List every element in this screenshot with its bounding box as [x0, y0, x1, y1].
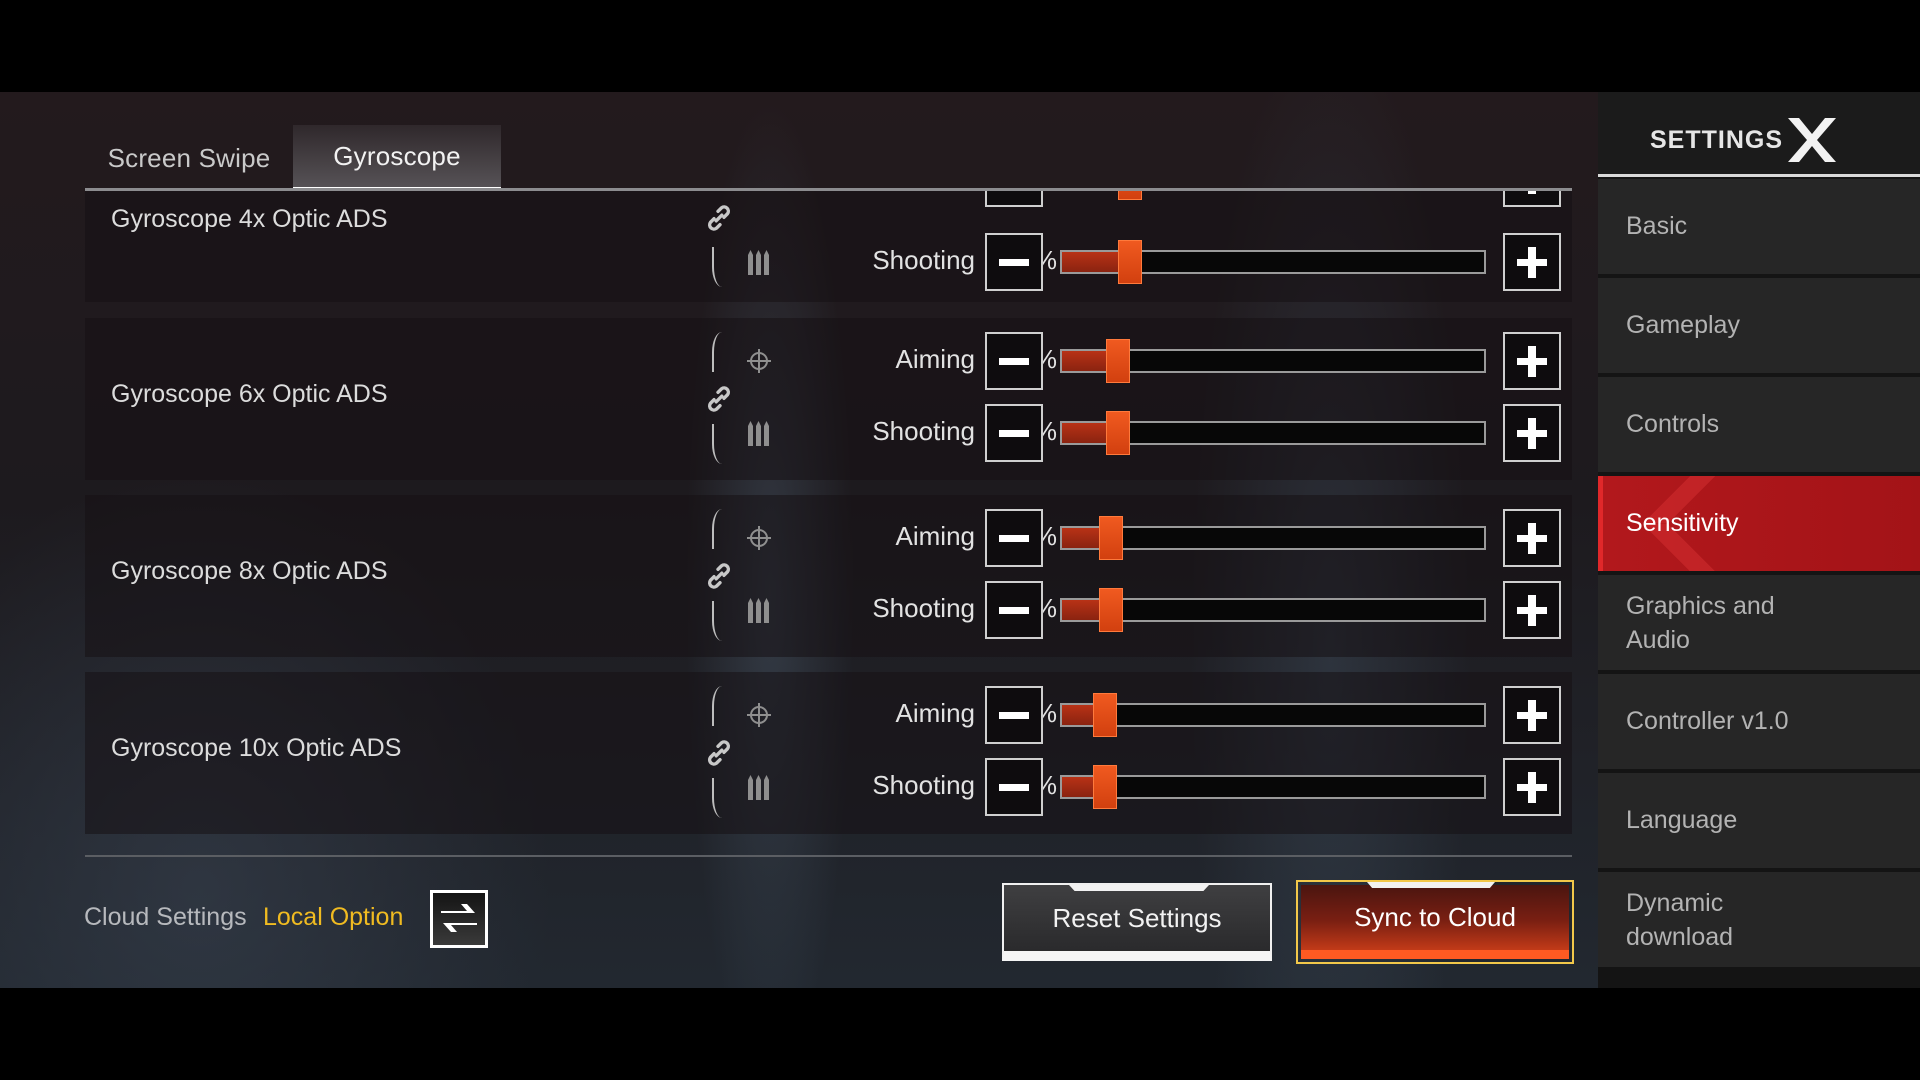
shooting-slider[interactable] [1060, 765, 1486, 809]
sensitivity-list[interactable]: Gyroscope 4x Optic ADS Shooting Gyroscop… [85, 191, 1572, 841]
reset-settings-button[interactable]: Reset Settings [1002, 883, 1272, 961]
row-label: Aiming [895, 698, 975, 728]
sidebar-item-label: Language [1626, 806, 1738, 834]
group-10x-optic: Gyroscope 10x Optic ADS Aiming 34% [85, 672, 1572, 834]
bullets-icon [748, 250, 769, 275]
sidebar-item-controls[interactable]: Controls [1598, 377, 1920, 472]
tab-gyroscope[interactable]: Gyroscope [293, 125, 501, 191]
aiming-slider[interactable] [1060, 516, 1486, 560]
settings-title: SETTINGS [1650, 126, 1784, 154]
group-8x-optic: Gyroscope 8x Optic ADS Aiming 38% [85, 495, 1572, 657]
tab-bar: Screen Swipe Gyroscope [85, 125, 501, 191]
crosshair-icon [747, 703, 771, 727]
decrease-button[interactable] [985, 509, 1043, 567]
decrease-button[interactable] [985, 332, 1043, 390]
slider-thumb[interactable] [1117, 191, 1142, 200]
increase-button[interactable] [1503, 404, 1561, 462]
sidebar-item-sensitivity[interactable]: Sensitivity [1598, 476, 1920, 571]
sidebar-header-rule [1598, 174, 1920, 177]
slider-row-shooting: Shooting 53% [85, 233, 1572, 291]
increase-button[interactable] [1503, 509, 1561, 567]
reset-settings-label: Reset Settings [1052, 902, 1222, 933]
row-label: Shooting [872, 416, 975, 446]
sync-to-cloud-label: Sync to Cloud [1354, 902, 1516, 932]
increase-button[interactable] [1503, 686, 1561, 744]
crosshair-icon [747, 526, 771, 550]
slider-thumb[interactable] [1106, 411, 1131, 455]
slider-row-shooting: Shooting 44% [85, 404, 1572, 462]
slider-row-aiming [85, 191, 1572, 207]
close-x-icon[interactable] [1786, 116, 1838, 164]
group-6x-optic: Gyroscope 6x Optic ADS Aiming 44% [85, 318, 1572, 480]
group-title: Gyroscope 4x Optic ADS [111, 205, 388, 233]
decrease-button[interactable] [985, 686, 1043, 744]
letterbox-bottom [0, 988, 1920, 1080]
slider-row-shooting: Shooting 34% [85, 758, 1572, 816]
shooting-slider[interactable] [1060, 588, 1486, 632]
sidebar-item-basic[interactable]: Basic [1598, 179, 1920, 274]
decrease-button[interactable] [985, 404, 1043, 462]
slider-row-shooting: Shooting 38% [85, 581, 1572, 639]
cloud-settings-value: Local Option [263, 903, 404, 931]
slider-row-aiming: Aiming 44% [85, 332, 1572, 390]
sidebar-item-label: Basic [1626, 212, 1688, 240]
aiming-slider[interactable] [1060, 693, 1486, 737]
sync-to-cloud-button[interactable]: Sync to Cloud [1296, 880, 1574, 964]
letterbox-top [0, 0, 1920, 92]
button-notch [1367, 882, 1495, 888]
slider-thumb[interactable] [1098, 516, 1123, 560]
row-label: Shooting [872, 770, 975, 800]
slider-thumb[interactable] [1093, 765, 1118, 809]
aiming-slider[interactable] [1060, 339, 1486, 383]
slider-row-aiming: Aiming 38% [85, 509, 1572, 567]
shooting-slider[interactable] [1060, 240, 1486, 284]
cloud-settings-label: Cloud Settings [84, 903, 247, 931]
sidebar-item-label: Controller v1.0 [1626, 707, 1789, 735]
sidebar-item-label: Controls [1626, 410, 1720, 438]
decrease-button[interactable] [985, 191, 1043, 207]
sidebar-item-gameplay[interactable]: Gameplay [1598, 278, 1920, 373]
button-notch [1069, 885, 1209, 891]
sidebar-item-controller[interactable]: Controller v1.0 [1598, 674, 1920, 769]
tab-screen-swipe[interactable]: Screen Swipe [85, 125, 293, 191]
decrease-button[interactable] [985, 233, 1043, 291]
settings-sidebar: SETTINGS Basic Gameplay Controls Sensiti… [1598, 92, 1920, 988]
group-4x-optic: Gyroscope 4x Optic ADS Shooting [85, 191, 1572, 302]
row-label: Aiming [895, 521, 975, 551]
sidebar-item-label: Gameplay [1626, 311, 1740, 339]
increase-button[interactable] [1503, 332, 1561, 390]
increase-button[interactable] [1503, 191, 1561, 207]
sidebar-header: SETTINGS [1598, 92, 1920, 174]
bullets-icon [748, 775, 769, 800]
row-label: Shooting [872, 245, 975, 275]
sidebar-item-label: Graphics and Audio [1626, 592, 1775, 654]
slider-thumb[interactable] [1106, 339, 1131, 383]
increase-button[interactable] [1503, 758, 1561, 816]
swap-cloud-option-button[interactable] [430, 890, 488, 948]
bullets-icon [748, 421, 769, 446]
slider-thumb[interactable] [1093, 693, 1118, 737]
increase-button[interactable] [1503, 233, 1561, 291]
bullets-icon [748, 598, 769, 623]
decrease-button[interactable] [985, 581, 1043, 639]
sidebar-item-graphics-audio[interactable]: Graphics and Audio [1598, 575, 1920, 670]
sidebar-item-dynamic-download[interactable]: Dynamic download [1598, 872, 1920, 967]
slider-thumb[interactable] [1117, 240, 1142, 284]
sidebar-item-label: Sensitivity [1626, 509, 1739, 537]
slider-row-aiming: Aiming 34% [85, 686, 1572, 744]
decrease-button[interactable] [985, 758, 1043, 816]
increase-button[interactable] [1503, 581, 1561, 639]
row-label: Aiming [895, 344, 975, 374]
shooting-slider[interactable] [1060, 411, 1486, 455]
slider-thumb[interactable] [1098, 588, 1123, 632]
swap-arrows-icon [441, 904, 477, 932]
sidebar-item-label: Dynamic download [1626, 889, 1734, 951]
row-label: Shooting [872, 593, 975, 623]
footer-divider [85, 855, 1572, 857]
sidebar-item-language[interactable]: Language [1598, 773, 1920, 868]
crosshair-icon [747, 349, 771, 373]
